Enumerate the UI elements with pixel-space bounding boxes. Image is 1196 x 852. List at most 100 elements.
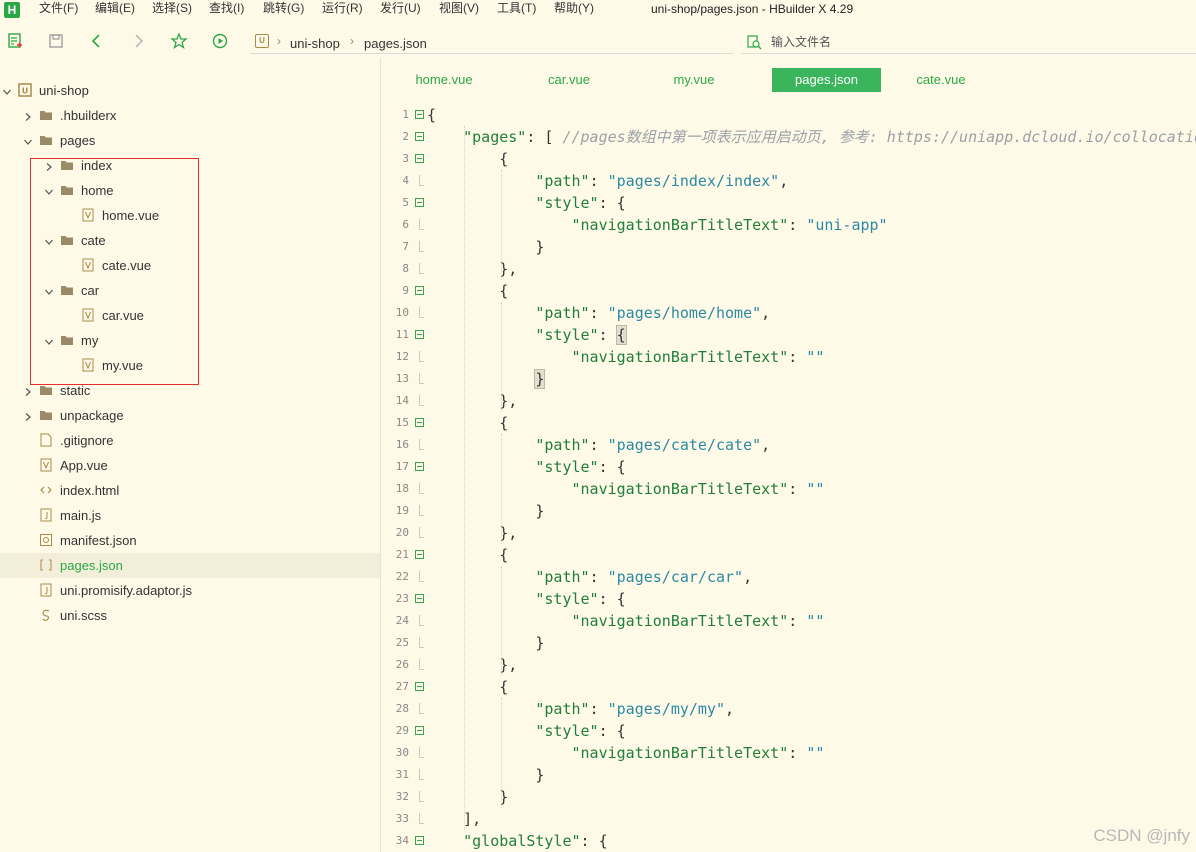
fold-toggle-icon[interactable] xyxy=(415,132,424,141)
tree-item[interactable]: pages xyxy=(0,128,380,153)
code-line[interactable]: 5 "style": { xyxy=(381,192,1196,214)
chevron-down-icon[interactable] xyxy=(44,185,54,195)
code-line[interactable]: 24 "navigationBarTitleText": "" xyxy=(381,610,1196,632)
code-line[interactable]: 19 } xyxy=(381,500,1196,522)
tree-item[interactable]: Uuni-shop xyxy=(0,78,380,103)
tree-item[interactable]: car xyxy=(0,278,380,303)
menu-item[interactable]: 编辑(E) xyxy=(95,0,135,22)
fold-toggle-icon[interactable] xyxy=(415,682,424,691)
code-line[interactable]: 15 { xyxy=(381,412,1196,434)
code-line[interactable]: 2 "pages": [ //pages数组中第一项表示应用启动页, 参考: h… xyxy=(381,126,1196,148)
forward-icon[interactable] xyxy=(127,30,149,52)
code-line[interactable]: 26 }, xyxy=(381,654,1196,676)
code-line[interactable]: 4 "path": "pages/index/index", xyxy=(381,170,1196,192)
code-line[interactable]: 8 }, xyxy=(381,258,1196,280)
tree-item[interactable]: home.vue xyxy=(0,203,380,228)
fold-toggle-icon[interactable] xyxy=(415,110,424,119)
fold-toggle-icon[interactable] xyxy=(415,550,424,559)
tree-item[interactable]: cate.vue xyxy=(0,253,380,278)
code-line[interactable]: 18 "navigationBarTitleText": "" xyxy=(381,478,1196,500)
chevron-down-icon[interactable] xyxy=(44,235,54,245)
fold-toggle-icon[interactable] xyxy=(415,836,424,845)
code-line[interactable]: 1{ xyxy=(381,104,1196,126)
editor-tab[interactable]: my.vue xyxy=(661,68,727,92)
file-search-input[interactable] xyxy=(771,33,1171,51)
code-line[interactable]: 28 "path": "pages/my/my", xyxy=(381,698,1196,720)
chevron-down-icon[interactable] xyxy=(23,135,33,145)
chevron-right-icon[interactable] xyxy=(23,410,33,421)
favorite-star-icon[interactable] xyxy=(168,30,190,52)
code-line[interactable]: 22 "path": "pages/car/car", xyxy=(381,566,1196,588)
editor-tab[interactable]: home.vue xyxy=(403,68,485,92)
code-line[interactable]: 3 { xyxy=(381,148,1196,170)
code-line[interactable]: 12 "navigationBarTitleText": "" xyxy=(381,346,1196,368)
breadcrumb-file[interactable]: pages.json xyxy=(364,36,427,51)
tree-item[interactable]: my xyxy=(0,328,380,353)
menu-item[interactable]: 运行(R) xyxy=(322,0,363,22)
menu-item[interactable]: 工具(T) xyxy=(497,0,536,22)
chevron-right-icon[interactable] xyxy=(23,385,33,396)
chevron-right-icon[interactable] xyxy=(23,110,33,121)
tree-item[interactable]: .gitignore xyxy=(0,428,380,453)
back-icon[interactable] xyxy=(86,30,108,52)
save-icon[interactable] xyxy=(45,30,67,52)
code-line[interactable]: 33 ], xyxy=(381,808,1196,830)
tree-item[interactable]: my.vue xyxy=(0,353,380,378)
chevron-right-icon[interactable] xyxy=(44,160,54,171)
code-line[interactable]: 30 "navigationBarTitleText": "" xyxy=(381,742,1196,764)
editor-tab[interactable]: pages.json xyxy=(772,68,881,92)
code-line[interactable]: 29 "style": { xyxy=(381,720,1196,742)
code-line[interactable]: 20 }, xyxy=(381,522,1196,544)
code-line[interactable]: 11 "style": { xyxy=(381,324,1196,346)
tree-item[interactable]: index.html xyxy=(0,478,380,503)
fold-toggle-icon[interactable] xyxy=(415,154,424,163)
code-line[interactable]: 27 { xyxy=(381,676,1196,698)
menu-item[interactable]: 视图(V) xyxy=(439,0,479,22)
tree-item[interactable]: manifest.json xyxy=(0,528,380,553)
editor-tab[interactable]: cate.vue xyxy=(908,68,974,92)
tree-item[interactable]: uni.scss xyxy=(0,603,380,628)
code-line[interactable]: 9 { xyxy=(381,280,1196,302)
chevron-down-icon[interactable] xyxy=(2,85,12,95)
editor-tab[interactable]: car.vue xyxy=(536,68,602,92)
chevron-down-icon[interactable] xyxy=(44,335,54,345)
code-line[interactable]: 23 "style": { xyxy=(381,588,1196,610)
code-line[interactable]: 7 } xyxy=(381,236,1196,258)
fold-toggle-icon[interactable] xyxy=(415,418,424,427)
run-icon[interactable] xyxy=(209,30,231,52)
code-line[interactable]: 31 } xyxy=(381,764,1196,786)
code-line[interactable]: 17 "style": { xyxy=(381,456,1196,478)
code-line[interactable]: 10 "path": "pages/home/home", xyxy=(381,302,1196,324)
tree-item[interactable]: uni.promisify.adaptor.js xyxy=(0,578,380,603)
tree-item[interactable]: index xyxy=(0,153,380,178)
breadcrumb-project[interactable]: uni-shop xyxy=(290,36,340,51)
code-line[interactable]: 32 } xyxy=(381,786,1196,808)
menu-item[interactable]: 发行(U) xyxy=(380,0,421,22)
code-editor[interactable]: 1{2 "pages": [ //pages数组中第一项表示应用启动页, 参考:… xyxy=(381,104,1196,852)
code-line[interactable]: 34 "globalStyle": { xyxy=(381,830,1196,852)
code-line[interactable]: 6 "navigationBarTitleText": "uni-app" xyxy=(381,214,1196,236)
chevron-down-icon[interactable] xyxy=(44,285,54,295)
fold-toggle-icon[interactable] xyxy=(415,198,424,207)
code-line[interactable]: 25 } xyxy=(381,632,1196,654)
tree-item[interactable]: unpackage xyxy=(0,403,380,428)
tree-item[interactable]: static xyxy=(0,378,380,403)
code-line[interactable]: 13 } xyxy=(381,368,1196,390)
tree-item[interactable]: App.vue xyxy=(0,453,380,478)
fold-toggle-icon[interactable] xyxy=(415,330,424,339)
new-file-icon[interactable] xyxy=(4,30,26,52)
fold-toggle-icon[interactable] xyxy=(415,594,424,603)
menu-item[interactable]: 跳转(G) xyxy=(263,0,304,22)
menu-item[interactable]: 文件(F) xyxy=(39,0,78,22)
code-line[interactable]: 21 { xyxy=(381,544,1196,566)
code-line[interactable]: 16 "path": "pages/cate/cate", xyxy=(381,434,1196,456)
tree-item[interactable]: pages.json xyxy=(0,553,380,578)
tree-item[interactable]: home xyxy=(0,178,380,203)
code-line[interactable]: 14 }, xyxy=(381,390,1196,412)
menu-item[interactable]: 查找(I) xyxy=(209,0,244,22)
tree-item[interactable]: main.js xyxy=(0,503,380,528)
tree-item[interactable]: car.vue xyxy=(0,303,380,328)
tree-item[interactable]: .hbuilderx xyxy=(0,103,380,128)
fold-toggle-icon[interactable] xyxy=(415,462,424,471)
fold-toggle-icon[interactable] xyxy=(415,286,424,295)
